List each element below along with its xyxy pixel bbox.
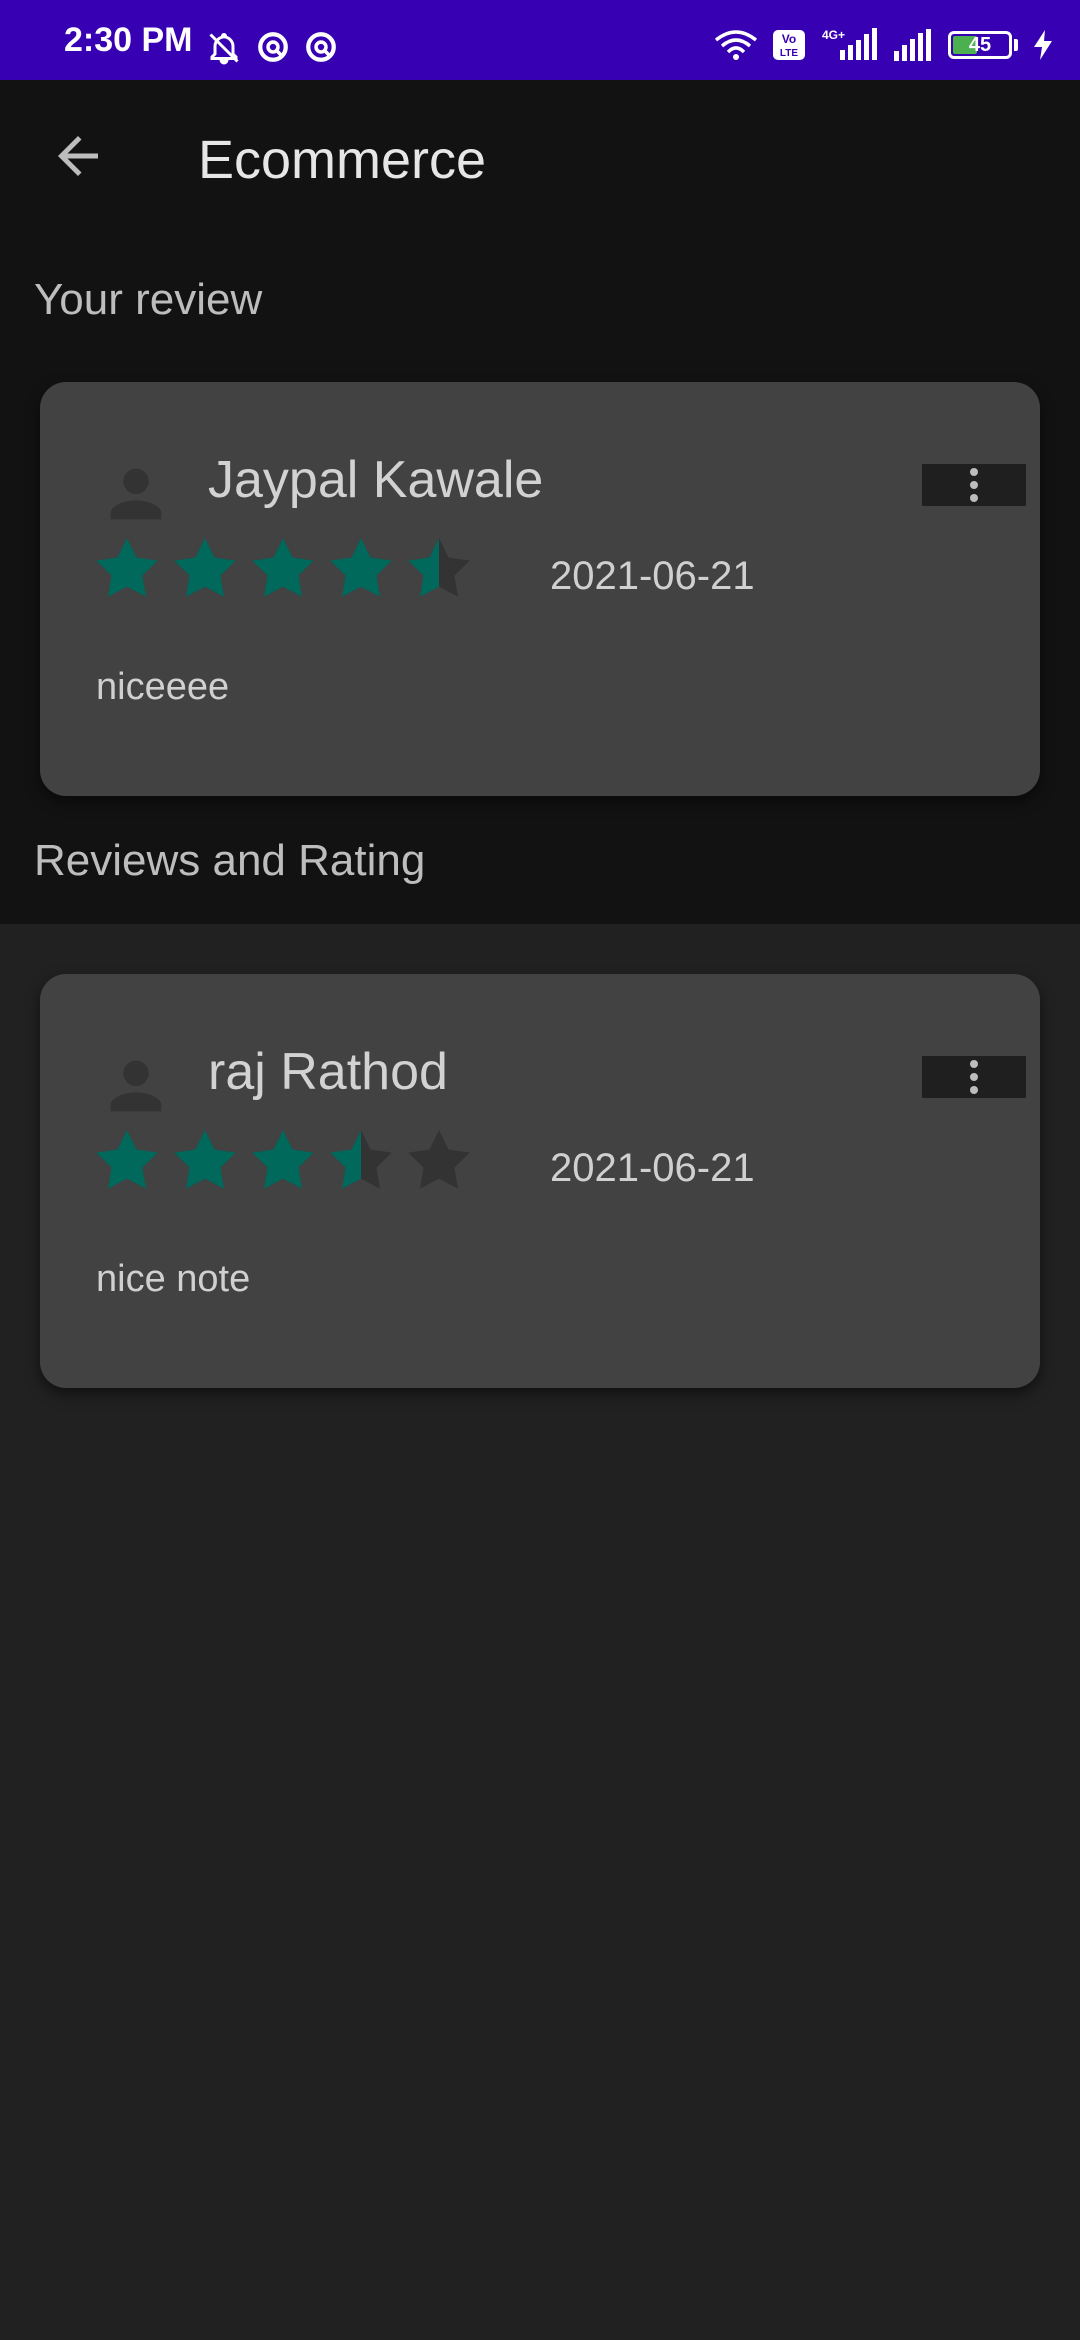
arrow-left-icon [58,136,98,176]
more-vertical-icon [970,1060,978,1094]
signal-icon [894,29,931,61]
status-system-icons: Vo LTE 4G+ 45 [714,28,1054,62]
star-icon [252,1130,314,1189]
review-options-button[interactable] [922,1056,1026,1098]
status-bar: 2:30 PM Vo LTE 4G+ 45 [0,0,1080,80]
rating-bar [90,532,476,606]
review-options-button[interactable] [922,464,1026,506]
app-toolbar: Ecommerce [0,80,1080,240]
status-notification-icons [206,30,338,66]
more-vertical-icon [970,468,978,502]
status-time: 2:30 PM [64,21,193,59]
review-card[interactable]: raj Rathod 2021-06-21 nice note [40,974,1040,1388]
star-icon [408,1130,470,1189]
star-icon [330,1130,392,1189]
reviewer-name: Jaypal Kawale [208,451,544,509]
your-review-heading: Your review [34,275,263,324]
battery-tip [1014,39,1018,51]
reviewer-name: raj Rathod [208,1043,448,1101]
page-title: Ecommerce [198,130,487,190]
your-review-card[interactable]: Jaypal Kawale 2021-06-21 niceeee [40,382,1040,796]
battery-percent: 45 [968,33,992,56]
star-icon [174,1130,236,1189]
star-icon [96,1130,158,1189]
person-icon [110,468,162,520]
sync-circle-icon [306,32,336,62]
star-icon [96,538,158,597]
rating-bar [90,1124,476,1198]
wifi-icon [714,30,758,60]
svg-text:Vo: Vo [782,32,796,46]
battery-icon: 45 [948,31,1012,59]
volte-icon: Vo LTE [773,30,805,60]
reviews-and-rating-heading: Reviews and Rating [34,836,426,885]
back-button[interactable] [48,126,108,186]
bell-off-icon [209,33,239,65]
review-comment: nice note [96,1258,251,1300]
svg-text:4G+: 4G+ [822,28,845,42]
svg-text:LTE: LTE [780,48,798,59]
star-icon [174,538,236,597]
person-icon [110,1060,162,1112]
star-icon [330,538,392,597]
signal-4g-icon: 4G+ [822,28,877,60]
charging-bolt-icon [1034,30,1052,60]
sync-circle-icon [258,32,288,62]
star-icon [252,538,314,597]
review-comment: niceeee [96,666,230,708]
review-date: 2021-06-21 [550,1146,755,1190]
your-review-section: Your review Jaypal Kawale 2021-06-21 nic… [0,240,1080,924]
star-icon [408,538,470,597]
review-date: 2021-06-21 [550,554,755,598]
